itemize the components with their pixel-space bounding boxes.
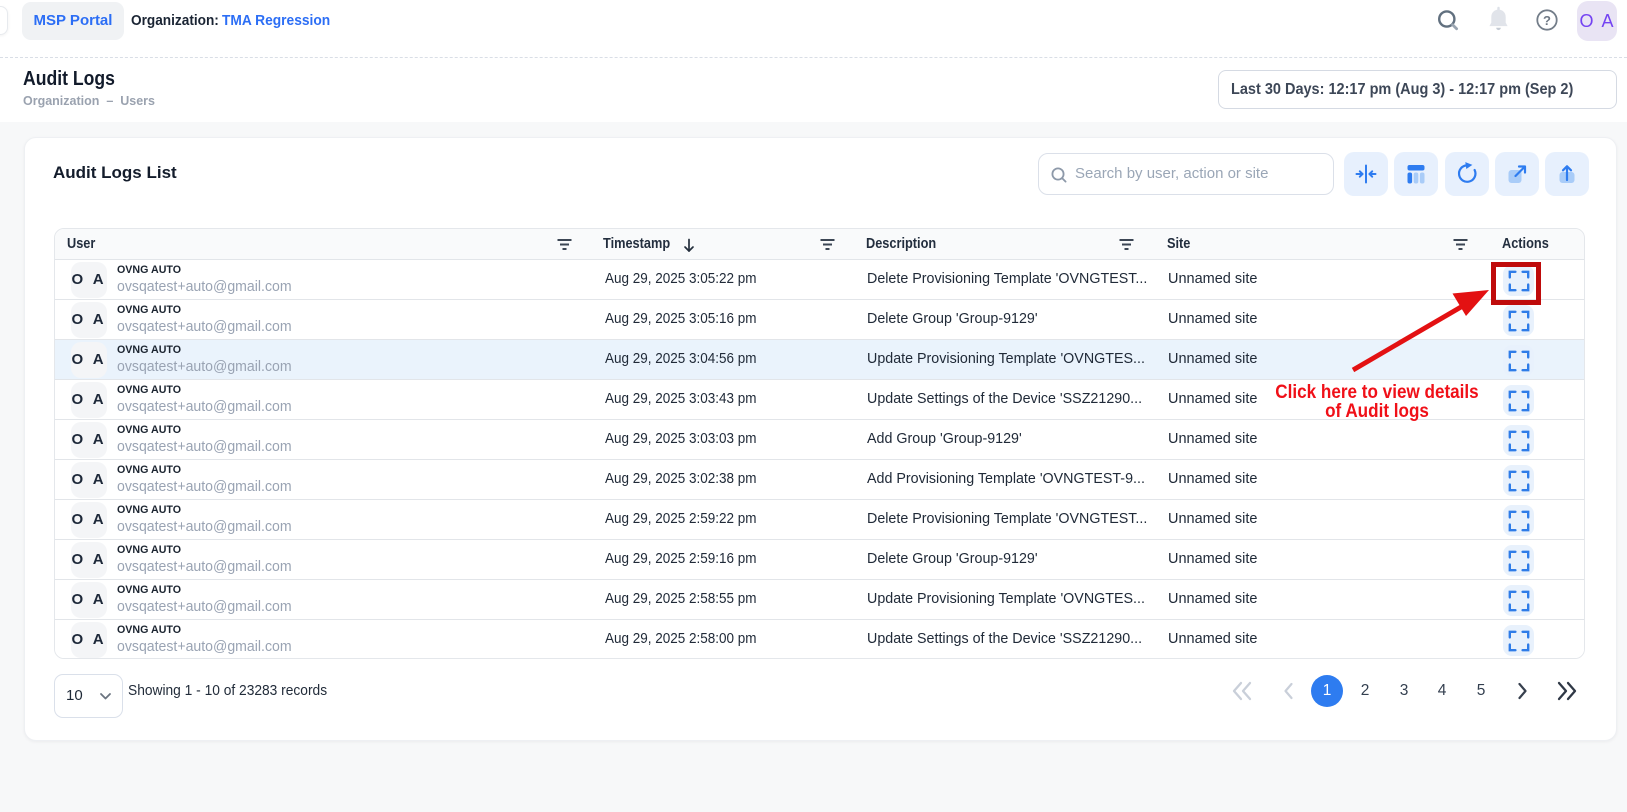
svg-text:?: ? (1543, 13, 1551, 28)
